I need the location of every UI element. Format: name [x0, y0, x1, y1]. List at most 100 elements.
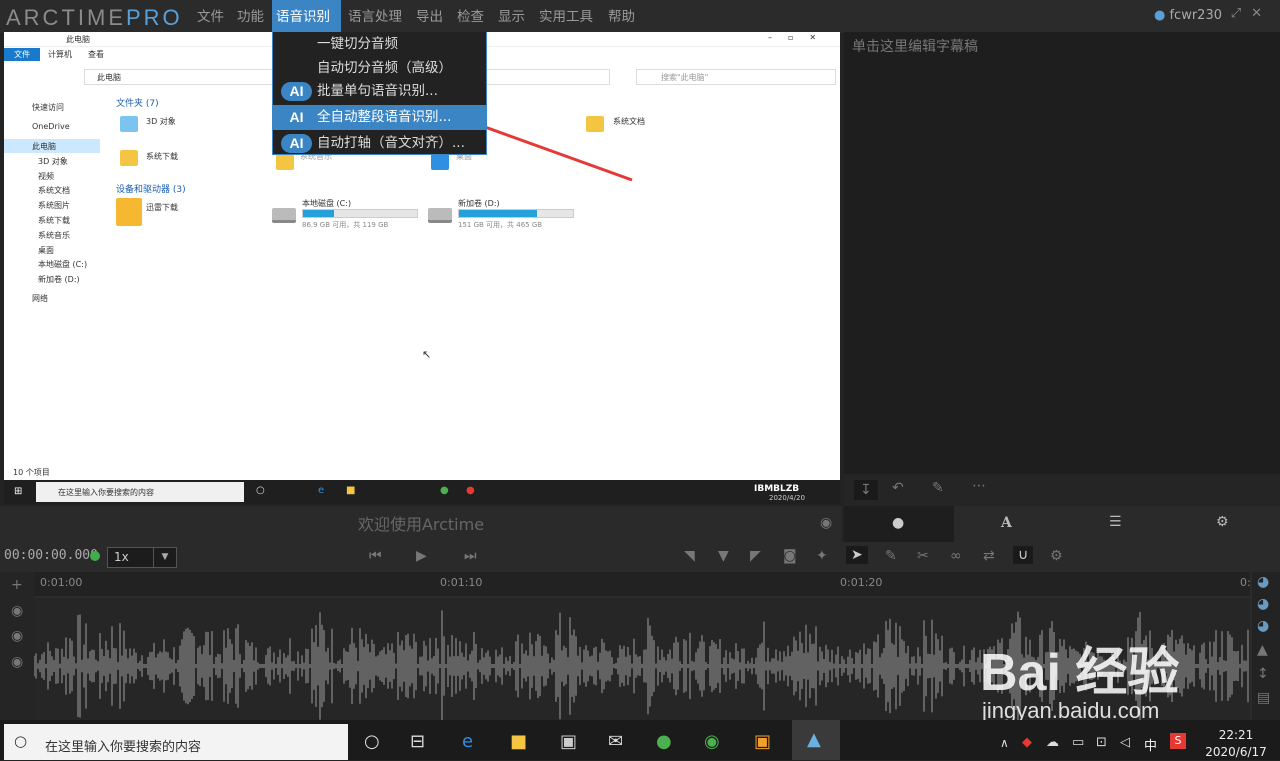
onedrive-icon[interactable]: ☁ [1046, 735, 1059, 750]
app-icon[interactable]: ▣ [754, 731, 771, 752]
scroll-icon[interactable]: ↕ [1257, 666, 1269, 682]
play-icon[interactable]: ▶ [416, 548, 427, 564]
add-track-icon[interactable]: + [11, 577, 23, 593]
zoom-knob-icon[interactable]: ◕ [1257, 618, 1269, 634]
settings-sliders-icon[interactable]: ⚙ [1216, 514, 1229, 530]
arctime-taskbar-button[interactable]: ▲ [792, 720, 840, 760]
menu-display[interactable]: 显示 [494, 0, 529, 33]
scissors-icon[interactable]: ✂ [917, 548, 929, 564]
track-eye-icon[interactable]: ◉ [11, 654, 23, 670]
sidebar-downloads[interactable]: 系统下载 [38, 215, 70, 226]
mark-in-icon[interactable]: ◥ [684, 548, 695, 564]
menu-function[interactable]: 功能 [233, 0, 268, 33]
menu-item-full-auto-recognition[interactable]: AI 全自动整段语音识别... [273, 105, 486, 130]
import-icon[interactable]: ↧ [854, 480, 878, 500]
sogou-icon[interactable]: S [1170, 733, 1186, 749]
next-icon[interactable]: ⏭ [464, 548, 477, 564]
menu-language-processing[interactable]: 语言处理 [344, 0, 406, 33]
sidebar-pictures[interactable]: 系统图片 [38, 200, 70, 211]
sidebar-this-pc[interactable]: 此电脑 [32, 141, 56, 152]
speed-select[interactable]: 1x ▼ [107, 547, 177, 568]
menu-speech-recognition[interactable]: 语音识别 [272, 0, 341, 33]
track-eye-icon[interactable]: ◉ [11, 628, 23, 644]
file-explorer-icon[interactable]: ■ [510, 731, 527, 752]
menu-item-one-click-split[interactable]: 一键切分音频 [273, 32, 486, 57]
sidebar-drive-c[interactable]: 本地磁盘 (C:) [38, 259, 87, 270]
tray-app-icon[interactable]: ◆ [1022, 735, 1032, 750]
undo-icon[interactable]: ↶ [892, 480, 904, 496]
magnet-icon[interactable]: ∪ [1013, 546, 1034, 564]
explorer-tab-view[interactable]: 查看 [88, 49, 104, 60]
volume-icon[interactable]: ◁ [1120, 735, 1130, 750]
menu-export[interactable]: 导出 [412, 0, 447, 33]
tray-chevron-icon[interactable]: ∧ [1000, 736, 1009, 750]
network-icon[interactable]: ⊡ [1096, 735, 1107, 750]
welcome-text: 欢迎使用Arctime [357, 515, 485, 534]
edge-browser-icon[interactable]: e [462, 731, 473, 752]
menu-item-auto-align[interactable]: AI 自动打轴（音文对齐）... [273, 131, 486, 156]
list-icon[interactable]: ☰ [1109, 514, 1122, 530]
close-icon[interactable]: ✕ [1251, 6, 1272, 21]
sidebar-drive-d[interactable]: 新加卷 (D:) [38, 274, 80, 285]
marker-icon[interactable]: ▼ [718, 548, 729, 564]
battery-icon[interactable]: ▭ [1072, 735, 1084, 750]
panel-icon[interactable]: ▤ [1257, 690, 1270, 706]
folder-downloads[interactable]: 系统下载 [146, 151, 178, 162]
menu-check[interactable]: 检查 [453, 0, 488, 33]
track-eye-icon[interactable]: ◉ [11, 603, 23, 619]
zoom-knob-icon[interactable]: ◕ [1257, 574, 1269, 590]
explorer-search[interactable]: 搜索"此电脑" [636, 69, 836, 85]
user-account[interactable]: ● fcwr230 [1154, 8, 1222, 23]
time-ruler[interactable] [34, 572, 1250, 596]
waveform-toggle-icon[interactable]: ▲ [1257, 642, 1268, 658]
pencil-icon[interactable]: ✎ [932, 480, 944, 496]
sidebar-video[interactable]: 视频 [38, 171, 54, 182]
folder-3d[interactable]: 3D 对象 [146, 116, 176, 127]
explorer-tab-file[interactable]: 文件 [4, 48, 40, 61]
menu-tools[interactable]: 实用工具 [535, 0, 597, 33]
sidebar-onedrive[interactable]: OneDrive [32, 122, 70, 131]
drive-d-name[interactable]: 新加卷 (D:) [458, 198, 500, 209]
subtitle-editor[interactable] [844, 32, 1280, 474]
prev-icon[interactable]: ⏮ [369, 548, 382, 564]
menu-file[interactable]: 文件 [193, 0, 228, 33]
wand-icon[interactable]: ✦ [816, 548, 828, 564]
sidebar-docs[interactable]: 系统文档 [38, 185, 70, 196]
tab-chat[interactable]: ● [844, 506, 954, 542]
mark-out-icon[interactable]: ◤ [750, 548, 761, 564]
taskbar-clock[interactable]: 22:21 2020/6/17 [1196, 727, 1276, 761]
eye-icon[interactable]: ◉ [820, 515, 832, 531]
ruler-tick: 0:01:20 [840, 576, 883, 589]
zoom-knob-icon[interactable]: ◕ [1257, 596, 1269, 612]
drive-thunder[interactable]: 迅雷下载 [146, 202, 178, 213]
drive-c-name[interactable]: 本地磁盘 (C:) [302, 198, 351, 209]
task-view-icon[interactable]: ○ [364, 731, 380, 752]
mail-icon[interactable]: ✉ [608, 731, 623, 752]
taskbar-search-placeholder: 在这里输入你要搜索的内容 [45, 740, 202, 755]
cursor-tool-icon[interactable]: ➤ [846, 546, 868, 564]
ime-indicator[interactable]: 中 [1144, 735, 1157, 754]
sidebar-3d[interactable]: 3D 对象 [38, 156, 68, 167]
wechat-icon[interactable]: ◉ [704, 731, 720, 752]
menu-item-batch-sentence-recognition[interactable]: AI 批量单句语音识别... [273, 79, 486, 104]
explorer-taskbar-search-text: 在这里输入你要搜索的内容 [58, 488, 154, 497]
explorer-tab-computer[interactable]: 计算机 [48, 49, 72, 60]
edit-tool-icon[interactable]: ✎ [885, 548, 897, 564]
camera-icon[interactable]: ◙ [783, 548, 797, 564]
sidebar-music[interactable]: 系统音乐 [38, 230, 70, 241]
fullscreen-icon[interactable]: ⤢ [1231, 6, 1251, 21]
store-icon[interactable]: ▣ [560, 731, 577, 752]
explorer-status: 10 个项目 [13, 468, 50, 477]
sidebar-network[interactable]: 网络 [32, 293, 48, 304]
timeline-view-icon[interactable]: ⊟ [410, 731, 425, 752]
link-icon[interactable]: ∞ [950, 548, 962, 564]
menu-help[interactable]: 帮助 [604, 0, 639, 33]
sidebar-desktop[interactable]: 桌面 [38, 245, 54, 256]
sidebar-quick-access[interactable]: 快速访问 [32, 102, 64, 113]
more-icon[interactable]: ⋯ [972, 478, 986, 494]
gear-icon[interactable]: ⚙ [1050, 548, 1063, 564]
menu-item-auto-split-advanced[interactable]: 自动切分音频（高级） [273, 56, 486, 81]
swap-icon[interactable]: ⇄ [983, 548, 995, 564]
chrome-icon[interactable]: ● [656, 731, 672, 752]
font-icon[interactable]: A [1001, 515, 1012, 531]
